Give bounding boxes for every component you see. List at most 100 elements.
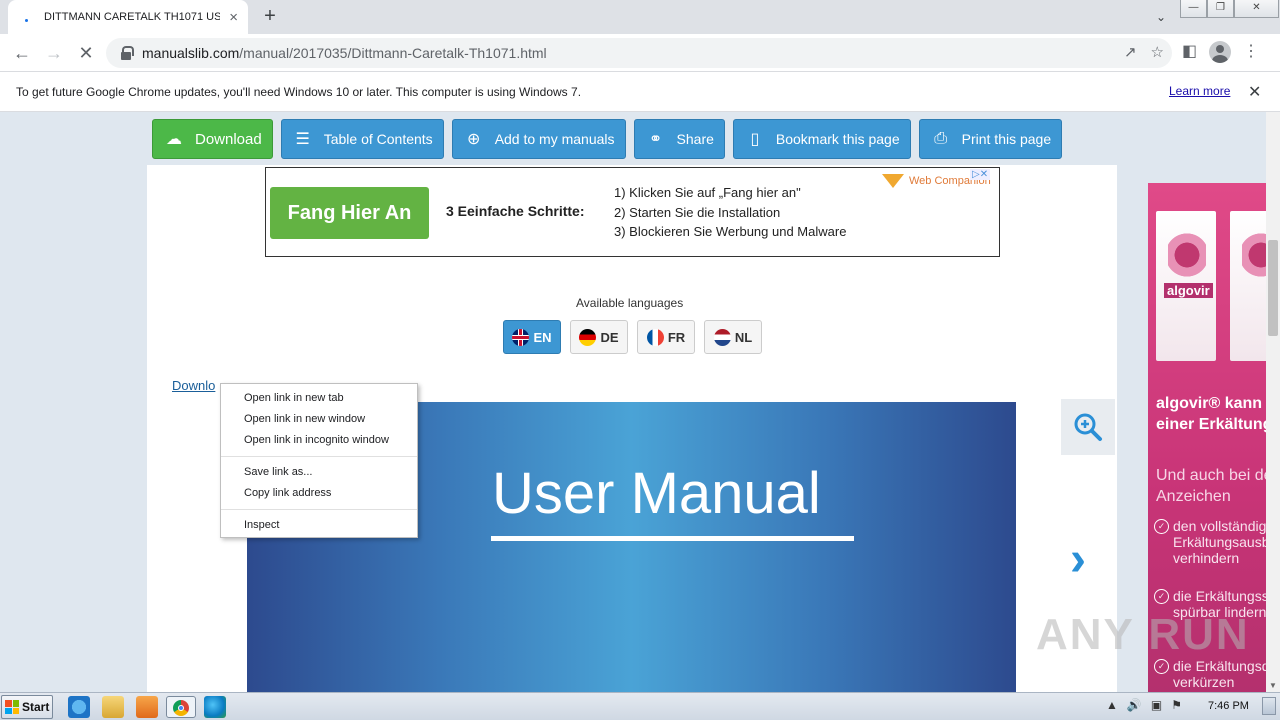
- ad-step: 2) Starten Sie die Installation: [614, 204, 781, 220]
- web-page: ☁ Download ☰ Table of Contents ⊕ Add to …: [0, 112, 1266, 692]
- window-controls: — ❐ ✕: [1180, 0, 1279, 20]
- menu-inspect[interactable]: Inspect: [221, 515, 417, 536]
- zoom-in-button[interactable]: [1061, 399, 1115, 455]
- internet-explorer-icon[interactable]: [68, 696, 90, 718]
- new-tab-button[interactable]: +: [258, 4, 282, 28]
- ad-step: 3) Blockieren Sie Werbung und Malware: [614, 224, 847, 239]
- network-icon[interactable]: ▣: [1151, 698, 1162, 712]
- check-circle-icon: ✓: [1154, 589, 1169, 604]
- share-button[interactable]: ⚭ Share: [633, 119, 725, 159]
- windows-taskbar: Start ▲ 🔊 ▣ ⚑ 7:46 PM: [0, 692, 1280, 720]
- german-flag-icon: [579, 328, 597, 346]
- tab-strip: DITTMANN CARETALK TH1071 USER MANUAL Pdf…: [0, 0, 1280, 34]
- scrollbar-thumb[interactable]: [1268, 240, 1278, 336]
- update-infobar: To get future Google Chrome updates, you…: [0, 72, 1280, 112]
- lang-en-button[interactable]: EN: [503, 320, 561, 354]
- volume-icon[interactable]: 🔊: [1127, 698, 1142, 712]
- side-panel-icon[interactable]: ◧: [1182, 41, 1197, 63]
- bookmark-icon: ▯: [750, 131, 760, 148]
- side-ad-headline: algovir® kann Sie vor einer Erkältung sc…: [1156, 395, 1266, 433]
- media-player-icon[interactable]: [136, 696, 158, 718]
- browser-toolbar: ← → ✕ manualslib.com/manual/2017035/Ditt…: [0, 34, 1280, 72]
- menu-separator: [221, 456, 417, 457]
- download-cloud-icon: ☁: [166, 131, 182, 148]
- dutch-flag-icon: [713, 328, 731, 346]
- action-bar: ☁ Download ☰ Table of Contents ⊕ Add to …: [152, 119, 1063, 159]
- action-center-flag-icon[interactable]: ⚑: [1171, 698, 1182, 712]
- stop-loading-icon[interactable]: ✕: [74, 41, 98, 65]
- menu-open-incognito[interactable]: Open link in incognito window: [221, 430, 417, 451]
- ad-step: 1) Klicken Sie auf „Fang hier an": [614, 185, 801, 200]
- edge-icon[interactable]: [204, 696, 226, 718]
- menu-open-new-window[interactable]: Open link in new window: [221, 409, 417, 430]
- ad-steps-title: 3 Eeinfache Schritte:: [446, 203, 585, 219]
- bookmark-star-icon[interactable]: ☆: [1151, 43, 1164, 61]
- windows-logo-icon: [5, 700, 19, 714]
- manual-title-underline: [491, 536, 854, 541]
- start-button[interactable]: Start: [1, 695, 53, 719]
- side-ad-bullet: ✓ die Erkältungsdauer verkürzen: [1154, 658, 1266, 690]
- ad-steps: 1) Klicken Sie auf „Fang hier an" 2) Sta…: [614, 183, 846, 242]
- ad-cta-button[interactable]: Fang Hier An: [270, 187, 429, 239]
- languages-title: Available languages: [576, 296, 684, 310]
- minimize-button[interactable]: —: [1180, 0, 1207, 18]
- manual-title: User Manual: [492, 461, 821, 526]
- back-arrow-icon[interactable]: ←: [10, 41, 34, 65]
- page-scrollbar[interactable]: ▼: [1266, 112, 1280, 692]
- side-ad-subline: Und auch bei den ersten Anzeichen: [1156, 467, 1266, 505]
- lock-icon: [120, 46, 134, 60]
- taskbar-clock[interactable]: 7:46 PM: [1208, 700, 1249, 712]
- ad-close-icon[interactable]: ▷✕: [970, 169, 991, 180]
- learn-more-link[interactable]: Learn more: [1169, 84, 1230, 98]
- download-manual-link[interactable]: Downlo: [172, 378, 215, 393]
- loading-spinner-icon: [20, 9, 36, 25]
- address-bar[interactable]: manualslib.com/manual/2017035/Dittmann-C…: [106, 38, 1172, 68]
- chrome-taskbar-button[interactable]: [166, 696, 196, 718]
- product-package-image: [1230, 211, 1266, 361]
- tab-close-button[interactable]: ×: [229, 9, 238, 26]
- infobar-message: To get future Google Chrome updates, you…: [16, 84, 582, 99]
- download-button[interactable]: ☁ Download: [152, 119, 273, 159]
- link-context-menu: Open link in new tab Open link in new wi…: [220, 383, 418, 538]
- menu-open-new-tab[interactable]: Open link in new tab: [221, 388, 417, 409]
- chrome-menu-icon[interactable]: ⋮: [1243, 41, 1259, 63]
- share-icon: ⚭: [648, 131, 663, 148]
- french-flag-icon: [646, 328, 664, 346]
- banner-ad[interactable]: Fang Hier An 3 Eeinfache Schritte: 1) Kl…: [265, 167, 1000, 257]
- lang-fr-button[interactable]: FR: [637, 320, 695, 354]
- browser-tab[interactable]: DITTMANN CARETALK TH1071 USER MANUAL Pdf…: [8, 0, 248, 34]
- file-explorer-icon[interactable]: [102, 696, 124, 718]
- menu-separator: [221, 509, 417, 510]
- flower-icon: [1242, 231, 1266, 279]
- lang-de-button[interactable]: DE: [570, 320, 628, 354]
- tab-title: DITTMANN CARETALK TH1071 USER MANUAL Pdf…: [44, 11, 220, 23]
- web-companion-logo-icon: [882, 174, 904, 188]
- table-of-contents-button[interactable]: ☰ Table of Contents: [280, 119, 444, 159]
- scroll-down-arrow-icon[interactable]: ▼: [1269, 681, 1277, 690]
- infobar-close-icon[interactable]: ✕: [1248, 82, 1261, 102]
- tray-expand-icon[interactable]: ▲: [1106, 698, 1118, 712]
- restore-button[interactable]: ❐: [1207, 0, 1234, 18]
- print-page-button[interactable]: ⎙ Print this page: [918, 119, 1063, 159]
- show-desktop-button[interactable]: [1262, 697, 1276, 715]
- window-close-button[interactable]: ✕: [1234, 0, 1279, 18]
- next-page-chevron-icon[interactable]: ›: [1070, 532, 1086, 587]
- language-selector: EN DE FR NL: [503, 320, 762, 354]
- flower-icon: [1168, 231, 1206, 279]
- product-package-image: algovir: [1156, 211, 1216, 361]
- forward-arrow-icon[interactable]: →: [42, 41, 66, 65]
- bookmark-page-button[interactable]: ▯ Bookmark this page: [732, 119, 911, 159]
- lang-nl-button[interactable]: NL: [704, 320, 762, 354]
- menu-copy-link-address[interactable]: Copy link address: [221, 483, 417, 504]
- side-ad-bullet: ✓ den vollständigen Erkältungsausbruch v…: [1154, 518, 1266, 566]
- system-tray: ▲ 🔊 ▣ ⚑: [1106, 698, 1182, 712]
- add-to-my-manuals-button[interactable]: ⊕ Add to my manuals: [451, 119, 626, 159]
- uk-flag-icon: [512, 328, 530, 346]
- check-circle-icon: ✓: [1154, 519, 1169, 534]
- printer-icon: ⎙: [934, 130, 948, 147]
- menu-save-link-as[interactable]: Save link as...: [221, 462, 417, 483]
- profile-avatar-icon[interactable]: [1209, 41, 1232, 63]
- tab-search-chevron-icon[interactable]: ⌄: [1150, 6, 1172, 28]
- zoom-in-icon: [1074, 413, 1102, 441]
- share-page-icon[interactable]: ↗: [1124, 43, 1137, 61]
